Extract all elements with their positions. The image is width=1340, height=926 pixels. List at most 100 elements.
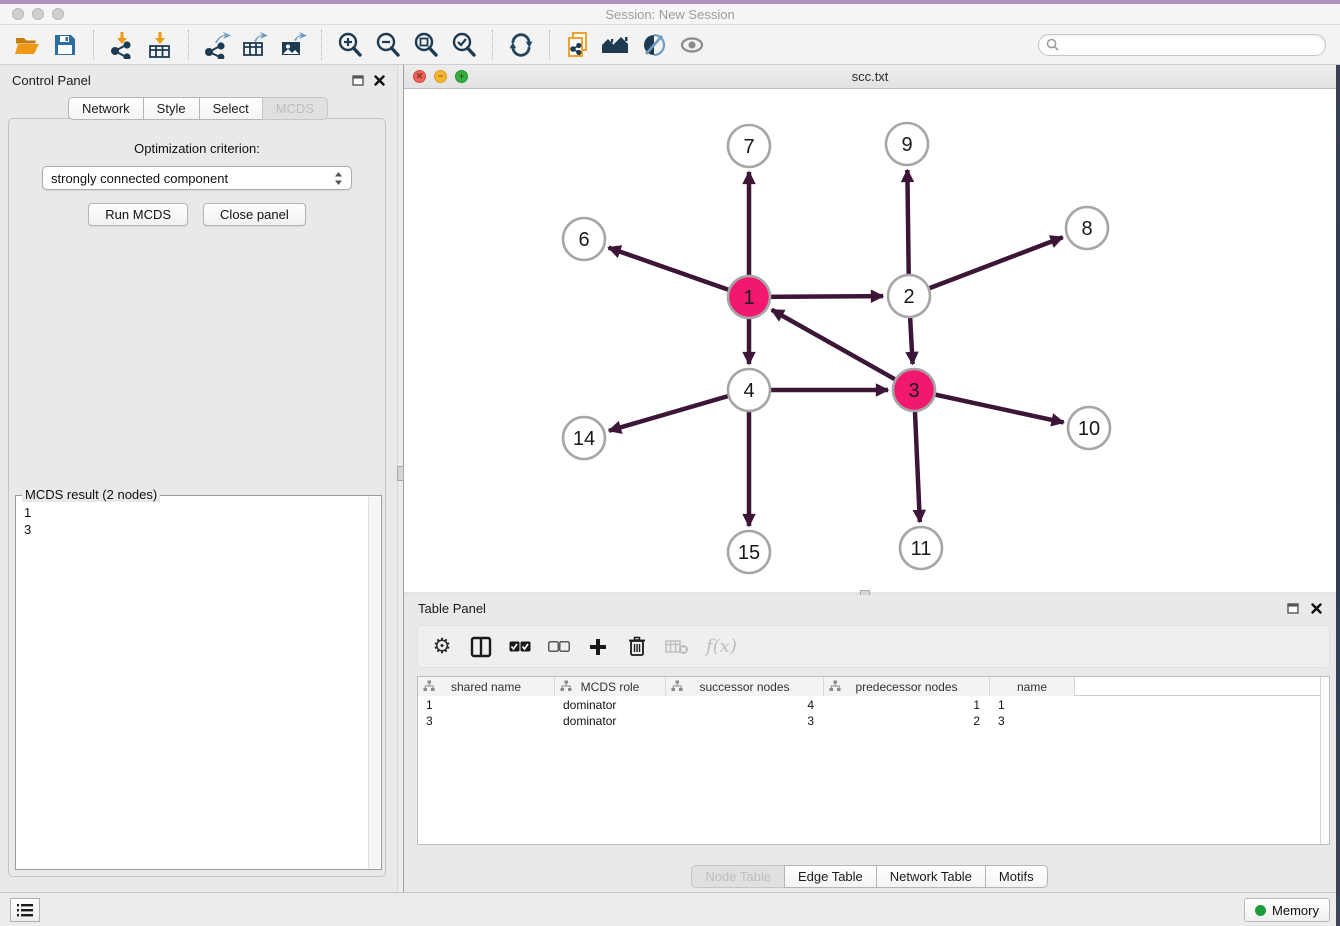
optimization-criterion-label: Optimization criterion:: [9, 141, 385, 156]
save-session-button[interactable]: [46, 28, 84, 62]
export-table-button[interactable]: [236, 28, 274, 62]
network-node-14[interactable]: 14: [563, 417, 605, 459]
table-row[interactable]: 3dominator323: [418, 713, 1320, 729]
table-cell[interactable]: 1: [418, 697, 555, 713]
network-node-11[interactable]: 11: [900, 527, 942, 569]
network-node-3[interactable]: 3: [893, 369, 935, 411]
memory-status-dot: [1255, 905, 1266, 916]
table-cell[interactable]: 4: [666, 697, 824, 713]
desktop-background-top: [0, 0, 1340, 4]
zoom-out-icon: [374, 31, 402, 59]
close-panel-icon[interactable]: [374, 75, 385, 86]
add-column-button[interactable]: [587, 634, 609, 660]
close-panel-button[interactable]: Close panel: [203, 203, 306, 226]
search-icon: [1046, 38, 1059, 51]
network-view-window: ✕ − + scc.txt 7 9 6 8 1 2 4 3 14 10 15 11: [404, 65, 1336, 592]
refresh-icon: [508, 32, 534, 58]
export-network-icon: [203, 31, 231, 59]
first-neighbors-button[interactable]: [597, 28, 635, 62]
network-node-1[interactable]: 1: [728, 276, 770, 318]
tab-network[interactable]: Network: [68, 97, 144, 120]
table-cell[interactable]: dominator: [555, 697, 666, 713]
network-node-4[interactable]: 4: [728, 369, 770, 411]
export-image-button[interactable]: [274, 28, 312, 62]
table-scrollbar[interactable]: [1320, 677, 1329, 844]
function-builder-button[interactable]: f(x): [706, 634, 737, 660]
clone-network-button[interactable]: [559, 28, 597, 62]
import-network-button[interactable]: [103, 28, 141, 62]
task-history-button[interactable]: [10, 898, 40, 922]
tab-style[interactable]: Style: [143, 97, 200, 120]
network-window-titlebar: ✕ − + scc.txt: [404, 65, 1336, 89]
splitter-handle[interactable]: [397, 466, 404, 481]
home-icon: [600, 32, 632, 58]
tab-edge-table[interactable]: Edge Table: [784, 865, 877, 888]
network-node-15[interactable]: 15: [728, 531, 770, 573]
zoom-selected-button[interactable]: [445, 28, 483, 62]
panel-splitter-vertical[interactable]: [397, 65, 404, 892]
network-canvas[interactable]: 7 9 6 8 1 2 4 3 14 10 15 11: [404, 89, 1336, 592]
table-options-gear-button[interactable]: ⚙: [431, 634, 453, 660]
network-edge-3-1[interactable]: [772, 310, 914, 390]
network-node-6[interactable]: 6: [563, 218, 605, 260]
import-table-button[interactable]: [141, 28, 179, 62]
network-edge-2-8[interactable]: [909, 237, 1063, 296]
control-panel-title: Control Panel: [12, 73, 91, 88]
svg-text:15: 15: [738, 542, 760, 564]
svg-text:9: 9: [901, 134, 912, 156]
mcds-result-scrollbar[interactable]: [368, 497, 380, 868]
network-edge-3-10[interactable]: [914, 390, 1064, 422]
table-cell[interactable]: 2: [824, 713, 990, 729]
table-cell[interactable]: 3: [418, 713, 555, 729]
float-panel-icon[interactable]: [352, 75, 364, 86]
delete-table-button[interactable]: [665, 634, 689, 660]
network-node-2[interactable]: 2: [888, 275, 930, 317]
select-all-columns-button[interactable]: [509, 634, 531, 660]
zoom-selected-icon: [450, 31, 478, 59]
close-panel-icon[interactable]: [1311, 603, 1322, 614]
tab-network-table[interactable]: Network Table: [876, 865, 986, 888]
run-mcds-button[interactable]: Run MCDS: [88, 203, 188, 226]
table-row[interactable]: 1dominator411: [418, 697, 1320, 713]
network-node-7[interactable]: 7: [728, 125, 770, 167]
tab-select[interactable]: Select: [199, 97, 263, 120]
tab-motifs[interactable]: Motifs: [985, 865, 1048, 888]
network-node-8[interactable]: 8: [1066, 207, 1108, 249]
birds-eye-view-button[interactable]: [673, 28, 711, 62]
table-cell[interactable]: 3: [666, 713, 824, 729]
import-table-icon: [146, 31, 174, 59]
column-header-shared-name[interactable]: shared name: [418, 677, 555, 696]
select-chevrons-icon: [334, 171, 343, 186]
tab-node-table[interactable]: Node Table: [691, 865, 785, 888]
float-panel-icon[interactable]: [1287, 603, 1299, 614]
column-header-predecessor-nodes[interactable]: predecessor nodes: [824, 677, 990, 696]
table-cell[interactable]: 3: [990, 713, 1075, 729]
network-node-9[interactable]: 9: [886, 123, 928, 165]
graphics-details-button[interactable]: [635, 28, 673, 62]
export-network-button[interactable]: [198, 28, 236, 62]
clone-network-icon: [564, 31, 592, 59]
network-node-10[interactable]: 10: [1068, 407, 1110, 449]
apply-layout-button[interactable]: [502, 28, 540, 62]
zoom-fit-button[interactable]: [407, 28, 445, 62]
status-bar: Memory: [0, 892, 1340, 926]
memory-button[interactable]: Memory: [1244, 898, 1330, 922]
table-cell[interactable]: 1: [990, 697, 1075, 713]
network-edge-1-6[interactable]: [609, 248, 749, 297]
delete-column-button[interactable]: [626, 634, 648, 660]
table-cell[interactable]: dominator: [555, 713, 666, 729]
open-session-button[interactable]: [8, 28, 46, 62]
zoom-in-button[interactable]: [331, 28, 369, 62]
column-header-successor-nodes[interactable]: successor nodes: [666, 677, 824, 696]
column-header-mcds-role[interactable]: MCDS role: [555, 677, 666, 696]
deselect-all-columns-button[interactable]: [548, 634, 570, 660]
network-window-title: scc.txt: [404, 65, 1336, 89]
search-input[interactable]: [1038, 34, 1326, 56]
table-cell[interactable]: 1: [824, 697, 990, 713]
tab-mcds[interactable]: MCDS: [262, 97, 328, 120]
criterion-select[interactable]: strongly connected component: [42, 166, 352, 190]
column-manager-button[interactable]: [470, 634, 492, 660]
column-header-name[interactable]: name: [990, 677, 1075, 696]
trash-icon: [628, 636, 646, 657]
zoom-out-button[interactable]: [369, 28, 407, 62]
